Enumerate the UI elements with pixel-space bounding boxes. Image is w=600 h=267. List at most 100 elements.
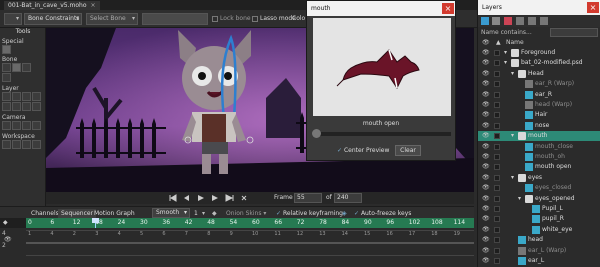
layer-row[interactable]: 👁 pupil_R	[478, 214, 600, 224]
eye-icon[interactable]: 👁	[482, 50, 490, 56]
layer-row[interactable]: 👁 white_eye	[478, 225, 600, 235]
keyframe-icon[interactable]: ◆	[212, 209, 217, 218]
eye-icon[interactable]: 👁	[482, 122, 490, 129]
transform-bone-tool[interactable]	[12, 63, 21, 72]
flip-v-tool[interactable]	[22, 102, 31, 111]
layer-track[interactable]	[26, 242, 474, 244]
layer-row[interactable]: 👁 Hair	[478, 110, 600, 120]
layer-checkbox[interactable]	[494, 216, 500, 223]
relative-keyframing-toggle[interactable]: ✓ Relative keyframing	[276, 209, 343, 218]
expand-icon[interactable]: ▾	[511, 173, 514, 183]
track-camera-tool[interactable]	[2, 121, 11, 130]
eye-icon[interactable]: 👁	[482, 247, 490, 254]
duplicate-layer-icon[interactable]	[492, 17, 500, 25]
layer-checkbox[interactable]	[494, 91, 500, 98]
tab-motion-graph[interactable]: Motion Graph	[91, 209, 138, 218]
layer-checkbox[interactable]	[494, 206, 500, 212]
filter-icon[interactable]	[528, 17, 536, 25]
step-value[interactable]: 1	[194, 209, 198, 218]
group-icon[interactable]	[540, 17, 548, 25]
eye-icon[interactable]: 👁	[482, 237, 490, 243]
rotate-layer-tool[interactable]	[32, 92, 41, 101]
layer-row[interactable]: 👁 ear_R (Warp)	[478, 79, 600, 89]
eye-icon[interactable]: 👁	[482, 216, 490, 222]
layer-row[interactable]: 👁 ▾ eyes_opened	[478, 194, 600, 204]
layer-settings-icon[interactable]	[516, 17, 524, 25]
play-icon[interactable]	[198, 195, 204, 201]
special-tool-button[interactable]	[2, 45, 11, 54]
center-preview-toggle[interactable]: ✓ Center Preview	[337, 147, 389, 154]
layer-row[interactable]: 👁 nose	[478, 121, 600, 131]
layer-row[interactable]: 👁 ▾ mouth	[478, 131, 600, 142]
select-bone-dropdown[interactable]: Select Bone ▾	[86, 13, 138, 25]
flip-h-tool[interactable]	[12, 102, 21, 111]
layer-checkbox[interactable]	[494, 60, 500, 67]
layer-row[interactable]: 👁 head (Warp)	[478, 100, 600, 110]
layer-checkbox[interactable]	[494, 112, 500, 119]
close-icon[interactable]: ×	[91, 2, 96, 9]
fast-forward-icon[interactable]	[225, 194, 234, 202]
preview-slider-handle[interactable]	[312, 129, 321, 138]
layer-row[interactable]: 👁 ▾ bat_02-modified.psd	[478, 58, 600, 68]
color-option[interactable]: Colo	[292, 13, 305, 25]
layer-checkbox[interactable]	[494, 164, 500, 171]
layer-checkbox[interactable]	[494, 50, 500, 56]
preview-slider-track[interactable]	[313, 132, 451, 136]
step-back-icon[interactable]	[184, 195, 189, 201]
eye-icon[interactable]: 👁	[482, 226, 490, 233]
layer-checkbox[interactable]	[494, 133, 500, 140]
eye-icon[interactable]: 👁	[482, 133, 490, 139]
orbit-workspace-tool[interactable]	[32, 140, 41, 149]
eye-icon[interactable]: 👁	[482, 174, 490, 181]
bone-name-field[interactable]	[142, 13, 208, 25]
expand-icon[interactable]: ▾	[518, 194, 521, 204]
layer-checkbox[interactable]	[494, 185, 500, 192]
step-forward-icon[interactable]	[212, 195, 218, 201]
layer-checkbox[interactable]	[494, 102, 500, 108]
layer-checkbox[interactable]	[494, 154, 500, 160]
layer-checkbox[interactable]	[494, 247, 500, 254]
eye-icon[interactable]: 👁	[482, 143, 490, 150]
layer-checkbox[interactable]	[494, 226, 500, 233]
tool-preset-dropdown[interactable]: ▾	[4, 13, 22, 25]
switch-layer-tool[interactable]	[32, 102, 41, 111]
loop-icon[interactable]	[241, 195, 247, 201]
layer-checkbox[interactable]	[494, 143, 500, 150]
document-tab[interactable]: 001-Bat_in_cave_v5.moho ×	[4, 1, 100, 10]
layer-row[interactable]: 👁 mouth open	[478, 162, 600, 172]
layer-checkbox[interactable]	[494, 174, 500, 181]
eye-icon[interactable]: 👁	[482, 102, 490, 108]
frame-input[interactable]: 55	[294, 193, 322, 203]
set-origin-tool[interactable]	[2, 92, 11, 101]
tab-channels[interactable]: Channels	[28, 209, 62, 218]
expand-icon[interactable]: ▾	[504, 48, 507, 58]
clear-button[interactable]: Clear	[395, 145, 421, 156]
new-layer-icon[interactable]	[481, 17, 489, 25]
eye-icon[interactable]: 👁	[482, 164, 490, 170]
lasso-mode-toggle[interactable]: Lasso mode	[252, 13, 296, 25]
layer-row[interactable]: 👁 head	[478, 235, 600, 245]
zoom-workspace-tool[interactable]	[12, 140, 21, 149]
layer-row[interactable]: 👁 ▾ eyes	[478, 173, 600, 183]
hand-workspace-tool[interactable]	[2, 140, 11, 149]
eye-icon[interactable]: 👁	[482, 206, 490, 212]
layer-checkbox[interactable]	[494, 81, 500, 88]
layer-row[interactable]: 👁 ▾ Foreground	[478, 48, 600, 58]
shear-layer-tool[interactable]	[2, 102, 11, 111]
auto-freeze-toggle[interactable]: ✓ Auto-freeze keys	[354, 209, 411, 218]
eye-icon[interactable]: 👁	[482, 258, 490, 264]
expand-icon[interactable]: ▾	[504, 58, 507, 68]
expand-icon[interactable]: ▾	[511, 69, 514, 79]
eye-icon[interactable]: 👁	[482, 91, 490, 98]
pan-tilt-camera-tool[interactable]	[32, 121, 41, 130]
interpolation-dropdown[interactable]: Smooth ▾	[152, 208, 190, 218]
rewind-icon[interactable]	[169, 194, 177, 202]
interp-flag-icon[interactable]: ▾	[202, 209, 205, 218]
close-icon[interactable]: ×	[587, 2, 599, 13]
select-bone-tool[interactable]	[2, 63, 11, 72]
eye-icon[interactable]: 👁	[482, 154, 490, 160]
bone-constraints-dropdown[interactable]: Bone Constraints ▾	[24, 13, 82, 25]
layer-checkbox[interactable]	[494, 122, 500, 129]
delete-layer-icon[interactable]	[504, 17, 512, 25]
eye-icon[interactable]: 👁	[482, 195, 490, 202]
